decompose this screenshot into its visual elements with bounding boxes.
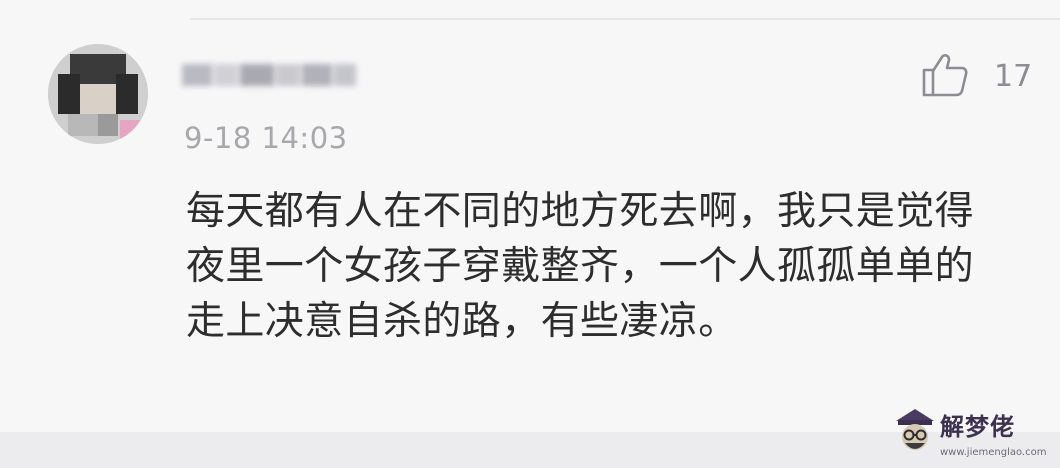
- detective-logo-icon: [892, 405, 938, 467]
- comment-item: 9-18 14:03 17 每天都有人在不同的地方死去啊，我只是觉得 夜里一个女…: [0, 0, 1060, 468]
- comment-body-line: 每天都有人在不同的地方死去啊，我只是觉得: [186, 189, 975, 234]
- like-count: 17: [994, 59, 1033, 94]
- comment-body-line: 走上决意自杀的路，有些凄凉。: [186, 299, 738, 344]
- avatar[interactable]: [48, 44, 148, 144]
- watermark: 解梦佬 www.jiemenglao.com: [892, 405, 1046, 467]
- watermark-name: 解梦佬: [940, 413, 1015, 441]
- comment-body-line: 夜里一个女孩子穿戴整齐，一个人孤孤单单的: [186, 244, 975, 289]
- like-button[interactable]: 17: [920, 52, 1032, 102]
- username[interactable]: [182, 58, 360, 90]
- thumbs-up-icon[interactable]: [920, 52, 970, 102]
- comment-timestamp: 9-18 14:03: [184, 121, 348, 155]
- watermark-url: www.jiemenglao.com: [940, 447, 1047, 458]
- comment-body: 每天都有人在不同的地方死去啊，我只是觉得 夜里一个女孩子穿戴整齐，一个人孤孤单单…: [186, 184, 1046, 349]
